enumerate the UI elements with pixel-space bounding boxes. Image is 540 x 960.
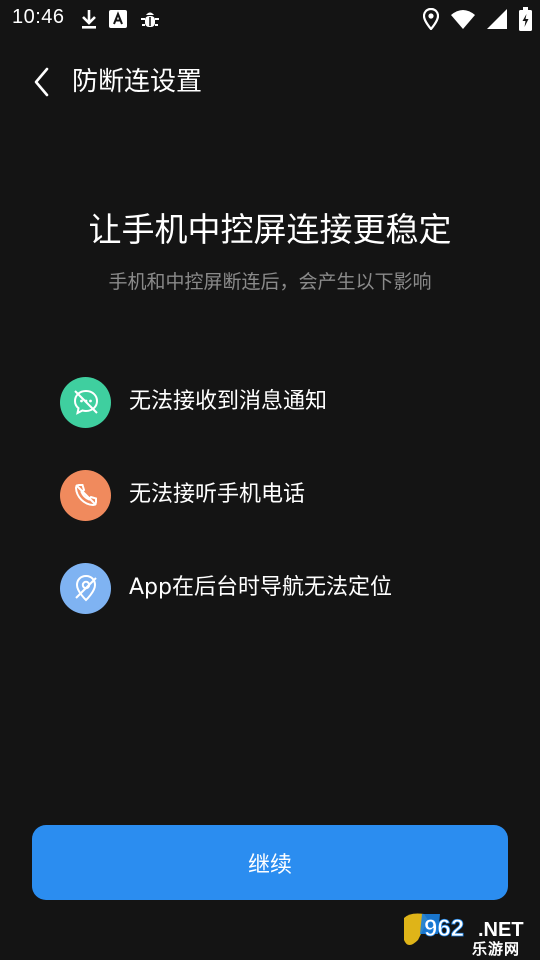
app-bar: 防断连设置 bbox=[0, 52, 540, 112]
font-a-icon bbox=[109, 10, 127, 28]
download-icon bbox=[82, 10, 96, 29]
status-time: 10:46 bbox=[12, 6, 65, 28]
svg-text:962: 962 bbox=[424, 915, 464, 942]
page-title: 防断连设置 bbox=[72, 67, 203, 97]
impact-label: 无法接收到消息通知 bbox=[129, 389, 328, 414]
location-icon bbox=[423, 8, 439, 30]
impact-list: 无法接收到消息通知 无法接听手机电话 App在后台时导航无法定位 bbox=[60, 376, 500, 655]
wifi-icon bbox=[451, 10, 475, 29]
battery-charging-icon bbox=[519, 7, 532, 31]
watermark-subtext: 乐游网 bbox=[472, 940, 521, 958]
impact-label: App在后台时导航无法定位 bbox=[129, 575, 392, 600]
status-left-icons bbox=[80, 6, 162, 32]
back-button[interactable] bbox=[22, 62, 62, 102]
impact-item-message: 无法接收到消息通知 bbox=[60, 376, 500, 428]
bug-icon bbox=[141, 12, 159, 27]
watermark-logo: 962 .NET 乐游网 bbox=[400, 910, 536, 958]
subheadline: 手机和中控屏断连后，会产生以下影响 bbox=[108, 271, 432, 293]
impact-item-navigation: App在后台时导航无法定位 bbox=[60, 562, 500, 614]
chevron-left-icon bbox=[34, 67, 49, 97]
headline: 让手机中控屏连接更稳定 bbox=[88, 210, 452, 249]
phone-off-icon bbox=[60, 469, 111, 521]
message-off-icon bbox=[60, 376, 111, 428]
status-right-icons bbox=[423, 6, 532, 32]
location-off-icon bbox=[60, 562, 111, 614]
impact-label: 无法接听手机电话 bbox=[129, 482, 306, 507]
impact-item-phone: 无法接听手机电话 bbox=[60, 469, 500, 521]
continue-button[interactable]: 继续 bbox=[32, 825, 508, 900]
status-bar: 10:46 bbox=[0, 0, 540, 38]
signal-icon bbox=[487, 9, 507, 29]
